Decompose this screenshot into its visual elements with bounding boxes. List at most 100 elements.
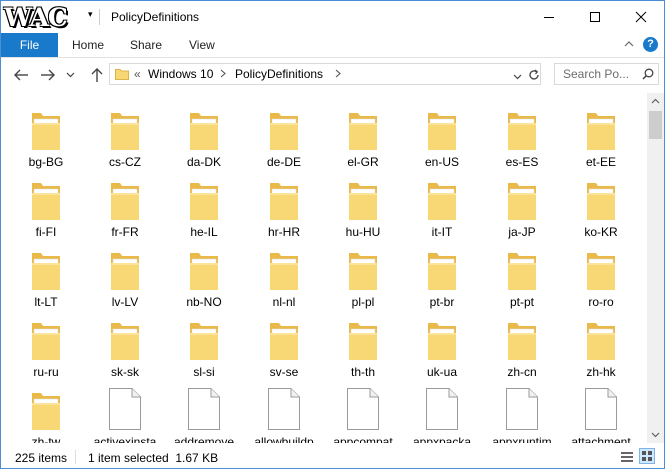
- folder-icon: [249, 173, 319, 221]
- help-icon[interactable]: ?: [643, 37, 658, 52]
- file-icon: [169, 383, 239, 431]
- recent-locations-button[interactable]: [65, 67, 75, 83]
- folder-item[interactable]: th-th: [328, 313, 398, 379]
- tab-view[interactable]: View: [189, 33, 215, 57]
- search-icon[interactable]: [642, 68, 654, 80]
- folder-item[interactable]: el-GR: [328, 103, 398, 169]
- up-button[interactable]: [88, 67, 106, 83]
- item-label: de-DE: [266, 155, 301, 169]
- forward-button[interactable]: [39, 67, 57, 83]
- folder-item[interactable]: pl-pl: [328, 243, 398, 309]
- file-item[interactable]: appxruntim: [487, 383, 557, 443]
- folder-item[interactable]: da-DK: [169, 103, 239, 169]
- folder-item[interactable]: nb-NO: [169, 243, 239, 309]
- folder-item[interactable]: en-US: [407, 103, 477, 169]
- file-icon: [566, 383, 636, 431]
- back-button[interactable]: [12, 67, 30, 83]
- folder-item[interactable]: ko-KR: [566, 173, 636, 239]
- refresh-icon[interactable]: [528, 69, 540, 81]
- folder-icon: [487, 103, 557, 151]
- breadcrumb-policydefinitions[interactable]: PolicyDefinitions: [235, 67, 323, 81]
- folder-item[interactable]: lt-LT: [11, 243, 81, 309]
- item-label: sk-sk: [111, 365, 139, 379]
- item-label: pt-br: [429, 295, 455, 309]
- scrollbar-thumb[interactable]: [649, 111, 662, 139]
- minimize-button[interactable]: [526, 1, 572, 33]
- address-bar[interactable]: « Windows 10 PolicyDefinitions: [109, 63, 541, 85]
- item-label: appcompat: [333, 435, 393, 443]
- item-label: lt-LT: [34, 295, 58, 309]
- folder-item[interactable]: ru-ru: [11, 313, 81, 379]
- item-label: el-GR: [347, 155, 379, 169]
- folder-item[interactable]: fr-FR: [90, 173, 160, 239]
- folder-item[interactable]: nl-nl: [249, 243, 319, 309]
- navigation-bar: « Windows 10 PolicyDefinitions Search Po…: [1, 58, 664, 92]
- breadcrumb-separator-icon[interactable]: [335, 67, 341, 81]
- file-item[interactable]: allowbuildp: [249, 383, 319, 443]
- item-label: addremove: [173, 435, 235, 443]
- details-view-icon[interactable]: [620, 450, 634, 464]
- folder-item[interactable]: hr-HR: [249, 173, 319, 239]
- folder-icon: [407, 173, 477, 221]
- close-button[interactable]: [618, 1, 664, 33]
- folder-item[interactable]: uk-ua: [407, 313, 477, 379]
- file-icon: [407, 383, 477, 431]
- item-label: zh-tw: [31, 435, 61, 443]
- maximize-button[interactable]: [572, 1, 618, 33]
- folder-item[interactable]: bg-BG: [11, 103, 81, 169]
- tab-share[interactable]: Share: [130, 33, 162, 57]
- item-label: ro-ro: [588, 295, 614, 309]
- folder-item[interactable]: et-EE: [566, 103, 636, 169]
- file-icon: [328, 383, 398, 431]
- address-dropdown-icon[interactable]: [513, 74, 522, 80]
- folder-item[interactable]: de-DE: [249, 103, 319, 169]
- folder-item[interactable]: ro-ro: [566, 243, 636, 309]
- folder-item[interactable]: pt-br: [407, 243, 477, 309]
- folder-item[interactable]: zh-hk: [566, 313, 636, 379]
- folder-item[interactable]: sk-sk: [90, 313, 160, 379]
- folder-icon: [249, 313, 319, 361]
- file-item[interactable]: activexinsta: [90, 383, 160, 443]
- folder-item[interactable]: zh-tw: [11, 383, 81, 443]
- folder-item[interactable]: he-IL: [169, 173, 239, 239]
- folder-item[interactable]: fi-FI: [11, 173, 81, 239]
- folder-icon: [407, 243, 477, 291]
- folder-icon: [11, 173, 81, 221]
- breadcrumb-windows-10[interactable]: Windows 10: [148, 67, 213, 81]
- folder-icon: [249, 103, 319, 151]
- breadcrumb-overflow[interactable]: «: [134, 67, 141, 81]
- tab-file[interactable]: File: [1, 33, 58, 57]
- large-icons-view-button[interactable]: [639, 448, 655, 464]
- folder-item[interactable]: hu-HU: [328, 173, 398, 239]
- scroll-up-icon[interactable]: [651, 98, 660, 104]
- folder-item[interactable]: ja-JP: [487, 173, 557, 239]
- item-label: zh-hk: [586, 365, 616, 379]
- folder-item[interactable]: pt-pt: [487, 243, 557, 309]
- breadcrumb-separator-icon[interactable]: [220, 67, 226, 81]
- folder-icon: [487, 313, 557, 361]
- folder-icon: [90, 243, 160, 291]
- item-label: activexinsta: [93, 435, 157, 443]
- search-box[interactable]: Search Po...: [554, 63, 659, 85]
- expand-ribbon-icon[interactable]: [624, 39, 634, 49]
- folder-icon: [90, 103, 160, 151]
- file-item[interactable]: addremove: [169, 383, 239, 443]
- search-placeholder: Search Po...: [563, 67, 630, 81]
- quick-access-dropdown-icon[interactable]: ▾: [88, 9, 93, 20]
- item-label: et-EE: [585, 155, 616, 169]
- item-label: zh-cn: [507, 365, 537, 379]
- tab-home[interactable]: Home: [72, 33, 104, 57]
- scroll-down-icon[interactable]: [651, 432, 660, 438]
- file-item[interactable]: attachment: [566, 383, 636, 443]
- file-item[interactable]: appcompat: [328, 383, 398, 443]
- logo: WAC: [4, 3, 68, 32]
- folder-item[interactable]: sl-si: [169, 313, 239, 379]
- folder-item[interactable]: sv-se: [249, 313, 319, 379]
- folder-item[interactable]: zh-cn: [487, 313, 557, 379]
- folder-item[interactable]: it-IT: [407, 173, 477, 239]
- file-item[interactable]: appxpacka: [407, 383, 477, 443]
- folder-item[interactable]: es-ES: [487, 103, 557, 169]
- vertical-scrollbar[interactable]: [647, 93, 664, 443]
- folder-item[interactable]: cs-CZ: [90, 103, 160, 169]
- folder-item[interactable]: lv-LV: [90, 243, 160, 309]
